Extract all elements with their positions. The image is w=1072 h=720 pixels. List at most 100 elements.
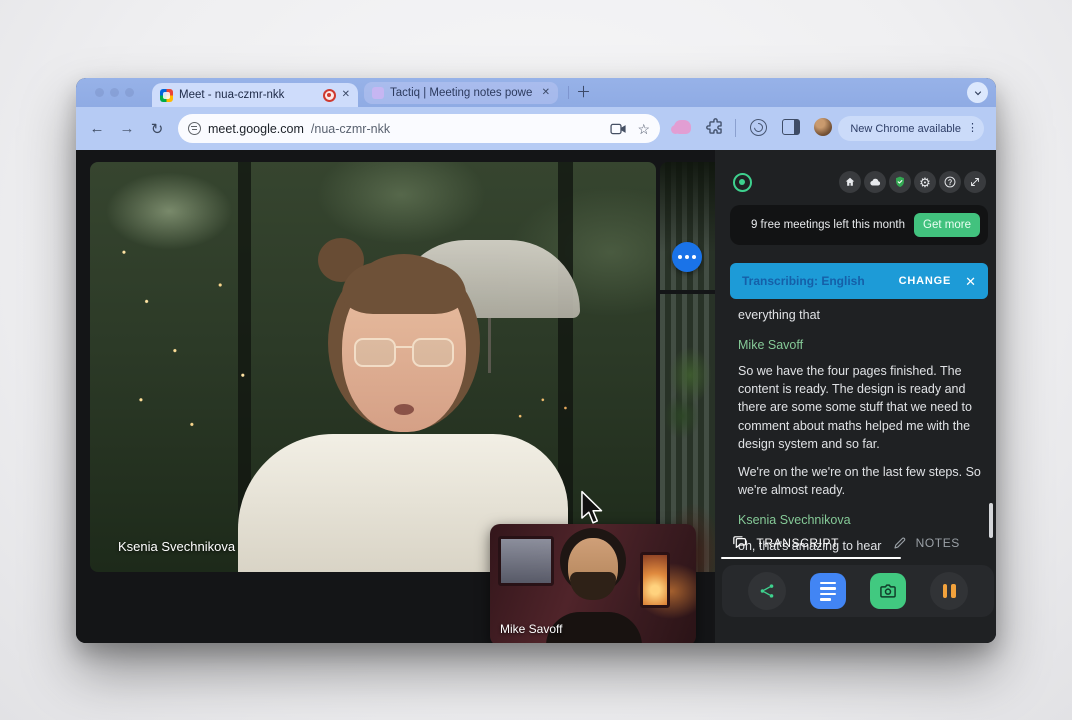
toolbar-separator xyxy=(735,119,736,137)
tab-strip: Meet - nua-czmr-nkk ✕ Tactiq | Meeting n… xyxy=(76,78,996,107)
pink-extension-icon[interactable] xyxy=(674,120,691,134)
share-button[interactable] xyxy=(748,572,786,610)
video-tile-main[interactable]: Ksenia Svechnikova xyxy=(90,162,656,572)
participant-video xyxy=(90,162,656,572)
cloud-upload-button[interactable] xyxy=(864,171,886,193)
browser-menu-kebab-icon[interactable]: ⋮ xyxy=(967,123,978,134)
pip-fireplace-detail xyxy=(640,552,670,608)
profile-avatar[interactable] xyxy=(814,118,832,136)
tab-transcript-label: TRANSCRIPT xyxy=(756,536,839,550)
get-more-label: Get more xyxy=(923,219,971,231)
transcribing-banner: Transcribing: English CHANGE ✕ xyxy=(730,263,988,299)
window-minimize-button[interactable] xyxy=(110,88,119,97)
tab-meet-close-icon[interactable]: ✕ xyxy=(342,90,350,100)
get-more-button[interactable]: Get more xyxy=(914,213,980,237)
tactiq-action-bar xyxy=(722,565,994,617)
expand-button[interactable] xyxy=(964,171,986,193)
site-info-icon[interactable] xyxy=(188,122,201,135)
side-panel-icon[interactable] xyxy=(782,119,800,135)
active-tab-underline xyxy=(721,557,901,559)
banner-close-icon[interactable]: ✕ xyxy=(965,275,976,288)
shield-check-button[interactable] xyxy=(889,171,911,193)
glasses-lens xyxy=(354,338,396,367)
settings-button[interactable]: ⚙ xyxy=(914,171,936,193)
tab-meet[interactable]: Meet - nua-czmr-nkk ✕ xyxy=(152,83,358,107)
tab-notes-label: NOTES xyxy=(916,536,960,550)
transcript-entry: everything that xyxy=(738,306,983,324)
window-zoom-button[interactable] xyxy=(125,88,134,97)
tile-divider xyxy=(660,290,715,294)
transcript-entry: Mike Savoff So we have the four pages fi… xyxy=(738,338,983,453)
share-icon xyxy=(758,582,776,600)
transcript-entry: We're on the we're on the last few steps… xyxy=(738,463,983,499)
address-bar[interactable]: meet.google.com /nua-czmr-nkk ☆ xyxy=(178,114,660,143)
tab-transcript[interactable]: TRANSCRIPT xyxy=(715,526,856,559)
participant-name-label: Ksenia Svechnikova xyxy=(118,539,235,554)
pip-name-label: Mike Savoff xyxy=(500,622,562,636)
extensions-puzzle-icon[interactable] xyxy=(706,118,725,137)
bookmark-star-icon[interactable]: ☆ xyxy=(637,122,650,136)
transcribing-label: Transcribing: English xyxy=(742,274,865,288)
pause-icon xyxy=(943,584,956,598)
desktop-background: Meet - nua-czmr-nkk ✕ Tactiq | Meeting n… xyxy=(0,0,1072,720)
docs-line xyxy=(820,587,836,590)
glasses-bridge xyxy=(396,346,412,348)
sidebar-tabs: TRANSCRIPT NOTES xyxy=(715,526,996,559)
pause-button[interactable] xyxy=(930,572,968,610)
window-close-button[interactable] xyxy=(95,88,104,97)
pencil-icon xyxy=(892,535,908,551)
help-button[interactable] xyxy=(939,171,961,193)
tactiq-extension-icon[interactable] xyxy=(750,119,767,136)
home-icon xyxy=(844,176,856,188)
docs-line xyxy=(820,582,836,585)
tactiq-logo-icon xyxy=(733,173,752,192)
meet-favicon-icon xyxy=(160,89,173,102)
quota-text: 9 free meetings left this month xyxy=(744,218,912,233)
camera-capture-icon xyxy=(878,581,898,601)
participant-head xyxy=(328,254,480,454)
tab-search-chevron-button[interactable] xyxy=(967,82,988,103)
transcript-text: everything that xyxy=(738,306,983,324)
glasses-lens xyxy=(412,338,454,367)
mouse-cursor xyxy=(580,490,604,526)
url-host: meet.google.com xyxy=(208,122,304,136)
screenshot-button[interactable] xyxy=(870,573,906,609)
transcript-speaker: Ksenia Svechnikova xyxy=(738,513,983,527)
back-button[interactable]: ← xyxy=(82,120,112,137)
video-tile-filmstrip[interactable] xyxy=(660,162,715,572)
forward-button[interactable]: → xyxy=(112,120,142,137)
participant-glasses xyxy=(352,338,456,368)
meet-call-area: Ksenia Svechnikova Mike Savoff xyxy=(76,150,715,643)
pip-participant-beard xyxy=(570,572,616,600)
chat-bubbles-icon xyxy=(731,534,748,551)
recording-indicator-icon xyxy=(323,89,336,102)
chevron-down-icon xyxy=(972,87,984,99)
transcript-speaker: Mike Savoff xyxy=(738,338,983,352)
transcript-text: We're on the we're on the last few steps… xyxy=(738,463,983,499)
tactiq-header: ⚙ xyxy=(715,162,996,202)
camera-icon[interactable] xyxy=(610,122,627,136)
tab-notes[interactable]: NOTES xyxy=(856,526,997,559)
new-tab-button[interactable]: ＋ xyxy=(576,81,591,102)
page-content: Ksenia Svechnikova Mike Savoff xyxy=(76,150,996,643)
gear-icon: ⚙ xyxy=(919,176,931,189)
expand-icon xyxy=(969,176,981,188)
help-icon xyxy=(943,175,957,189)
browser-toolbar: ← → ↻ meet.google.com /nua-czmr-nkk ☆ Ne… xyxy=(76,107,996,150)
quota-banner: 9 free meetings left this month Get more xyxy=(730,205,988,245)
video-tile-pip[interactable]: Mike Savoff xyxy=(490,524,696,643)
cloud-icon xyxy=(869,176,882,189)
home-button[interactable] xyxy=(839,171,861,193)
chrome-update-button[interactable]: New Chrome available ⋮ xyxy=(838,116,984,141)
transcript-text: So we have the four pages finished. The … xyxy=(738,362,983,453)
participant-hairline xyxy=(342,262,466,314)
tactiq-favicon-icon xyxy=(372,87,384,99)
docs-line xyxy=(820,593,836,596)
tab-tactiq-close-icon[interactable]: ✕ xyxy=(542,88,550,98)
google-docs-button[interactable] xyxy=(810,573,846,609)
change-language-button[interactable]: CHANGE xyxy=(899,275,951,287)
tile-more-options-button[interactable] xyxy=(672,242,702,272)
tab-tactiq-title: Tactiq | Meeting notes powe xyxy=(390,87,536,99)
reload-button[interactable]: ↻ xyxy=(142,120,172,138)
tab-tactiq[interactable]: Tactiq | Meeting notes powe ✕ xyxy=(364,82,558,104)
